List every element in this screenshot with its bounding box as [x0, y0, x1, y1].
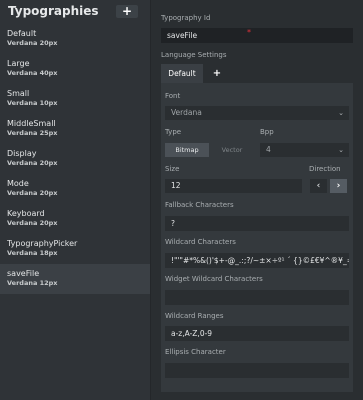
list-item[interactable]: Display Verdana 20px	[0, 144, 150, 174]
wildcard-input[interactable]: !"'"#*%&()'$+-@_.:;?/~±×÷º¹ ´ {}©£€¥^®¥_…	[165, 253, 349, 268]
chevron-right-icon: ›	[336, 181, 341, 191]
typography-detail: Verdana 18px	[7, 249, 58, 257]
chevron-down-icon: ⌄	[338, 146, 344, 154]
type-vector-button[interactable]: Vector	[211, 143, 253, 157]
typography-name: Large	[7, 59, 30, 68]
wildcard-label: Wildcard Characters	[165, 238, 236, 246]
typography-detail: Verdana 20px	[7, 189, 58, 197]
typography-name: Keyboard	[7, 209, 45, 218]
fallback-input[interactable]: ?	[165, 216, 349, 231]
ellipsis-label: Ellipsis Character	[165, 348, 226, 356]
typography-name: MiddleSmall	[7, 119, 56, 128]
direction-ltr-button[interactable]: ‹	[310, 179, 327, 193]
chevron-down-icon: ⌄	[338, 109, 344, 117]
wildcard-ranges-input[interactable]: a-z,A-Z,0-9	[165, 326, 349, 341]
required-mark: *	[247, 28, 251, 37]
widget-wildcard-input[interactable]	[165, 290, 349, 305]
language-tabs: Default +	[161, 64, 353, 83]
direction-label: Direction	[309, 165, 341, 173]
typography-id-input[interactable]: saveFile	[161, 28, 353, 43]
typography-name: Mode	[7, 179, 29, 188]
typography-detail: Verdana 10px	[7, 99, 58, 107]
list-item[interactable]: Default Verdana 20px	[0, 24, 150, 54]
typography-detail-panel: Typography Id saveFile * Language Settin…	[151, 0, 363, 400]
language-settings-label: Language Settings	[161, 51, 227, 59]
type-label: Type	[165, 128, 182, 136]
chevron-left-icon: ‹	[316, 181, 321, 191]
list-item[interactable]: MiddleSmall Verdana 25px	[0, 114, 150, 144]
list-item-selected[interactable]: saveFile Verdana 12px	[0, 264, 150, 294]
typography-name: Default	[7, 29, 37, 38]
wildcard-ranges-label: Wildcard Ranges	[165, 312, 224, 320]
sidebar-title: Typographies	[8, 4, 99, 18]
typography-detail: Verdana 25px	[7, 129, 58, 137]
add-language-button[interactable]: +	[207, 64, 227, 83]
list-item[interactable]: Large Verdana 40px	[0, 54, 150, 84]
typography-detail: Verdana 12px	[7, 279, 58, 287]
typography-list: Default Verdana 20px Large Verdana 40px …	[0, 24, 150, 294]
typography-sidebar: Typographies + Default Verdana 20px Larg…	[0, 0, 150, 400]
bpp-value: 4	[266, 145, 271, 154]
widget-wildcard-label: Widget Wildcard Characters	[165, 275, 263, 283]
language-settings-panel: Font Verdana ⌄ Type Bitmap Vector Bpp 4 …	[161, 83, 353, 392]
add-typography-button[interactable]: +	[116, 5, 138, 18]
list-item[interactable]: Small Verdana 10px	[0, 84, 150, 114]
font-select[interactable]: Verdana ⌄	[165, 106, 349, 120]
size-input[interactable]: 12	[165, 179, 302, 193]
typography-detail: Verdana 40px	[7, 69, 58, 77]
typography-name: Display	[7, 149, 37, 158]
bpp-label: Bpp	[260, 128, 274, 136]
ellipsis-input[interactable]	[165, 363, 349, 378]
typography-name: TypographyPicker	[7, 239, 78, 248]
list-item[interactable]: Keyboard Verdana 20px	[0, 204, 150, 234]
list-item[interactable]: Mode Verdana 20px	[0, 174, 150, 204]
tab-default[interactable]: Default	[161, 64, 203, 83]
typography-name: Small	[7, 89, 30, 98]
size-label: Size	[165, 165, 180, 173]
fallback-label: Fallback Characters	[165, 201, 234, 209]
typography-id-label: Typography Id	[161, 14, 211, 22]
typography-detail: Verdana 20px	[7, 219, 58, 227]
font-value: Verdana	[171, 108, 202, 117]
list-item[interactable]: TypographyPicker Verdana 18px	[0, 234, 150, 264]
typography-name: saveFile	[7, 269, 40, 278]
typography-detail: Verdana 20px	[7, 159, 58, 167]
direction-rtl-button[interactable]: ›	[330, 179, 347, 193]
typography-detail: Verdana 20px	[7, 39, 58, 47]
sidebar-header: Typographies +	[0, 0, 150, 24]
font-label: Font	[165, 92, 181, 100]
type-bitmap-button[interactable]: Bitmap	[165, 143, 209, 157]
bpp-select[interactable]: 4 ⌄	[260, 143, 349, 157]
